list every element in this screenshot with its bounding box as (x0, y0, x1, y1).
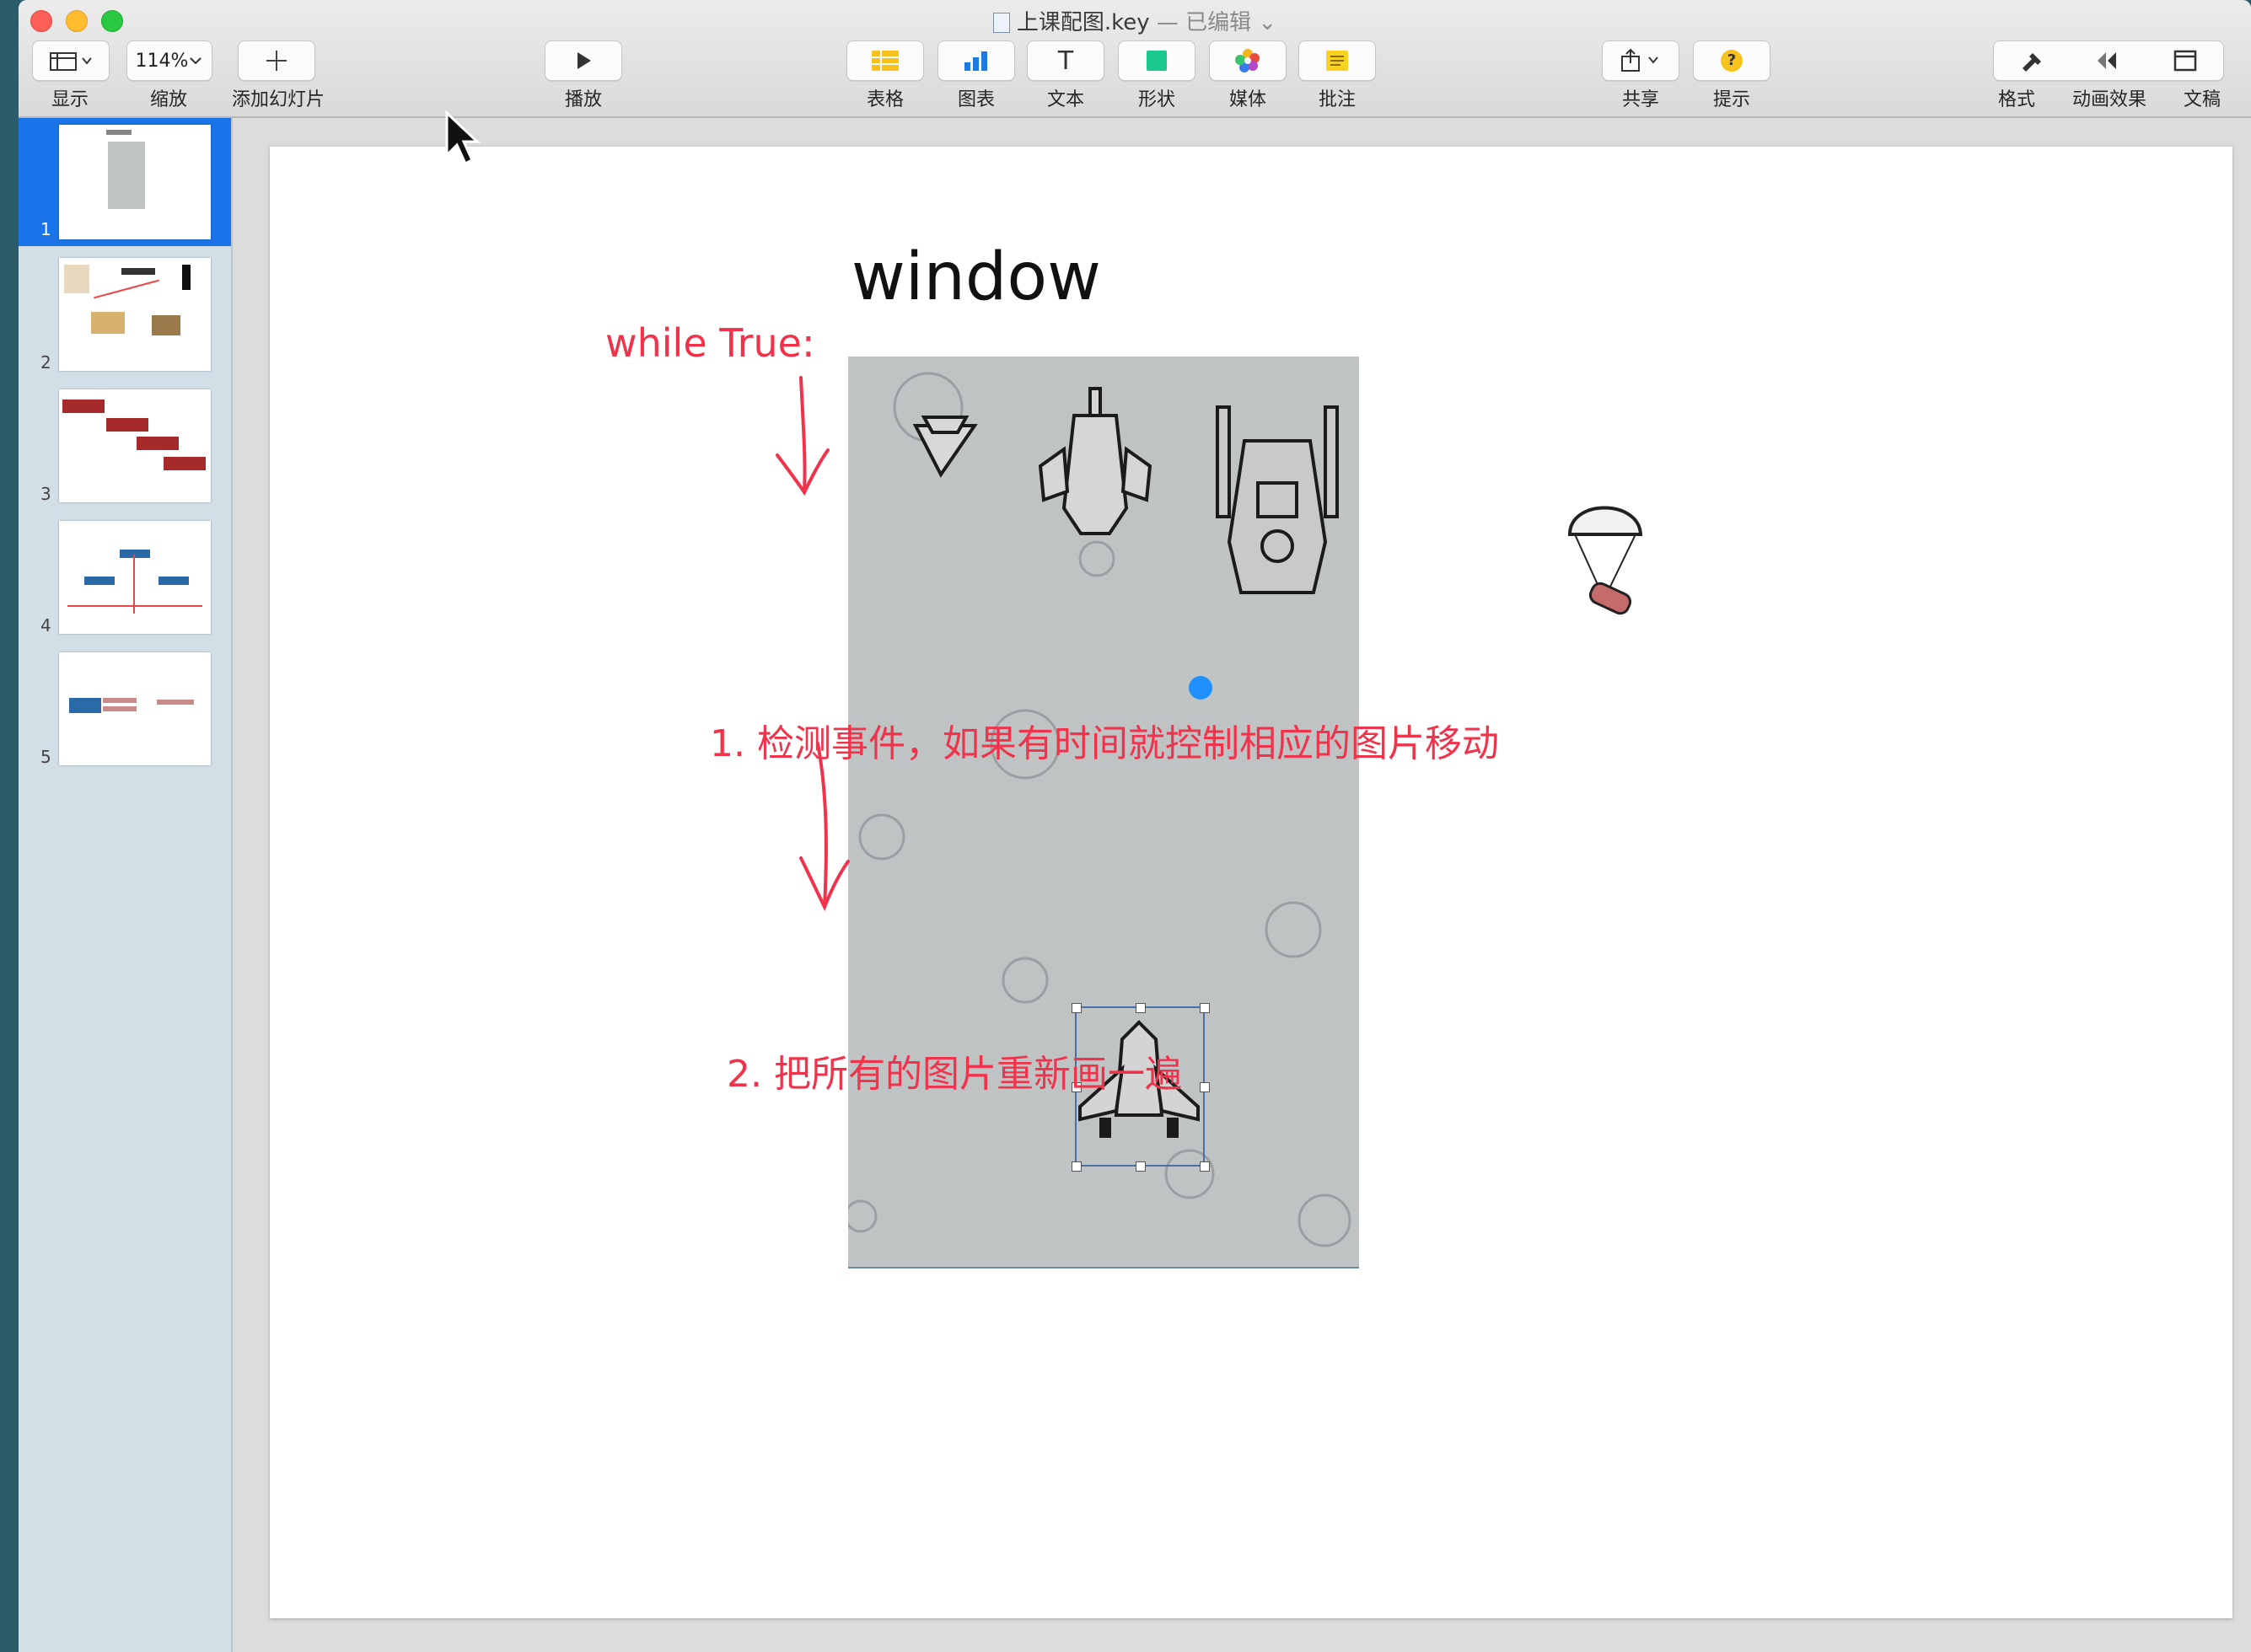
slide-number: 5 (40, 747, 51, 767)
slide-title[interactable]: window (852, 239, 1101, 315)
thumb-block (84, 577, 115, 585)
share-icon (1621, 48, 1658, 72)
toolbar: 上课配图.key — 已编辑 ⌄ 显示 114% 缩放 添加幻灯片 播放 表格 (19, 0, 2251, 118)
add-slide-label: 添加幻灯片 (231, 89, 325, 110)
tips-button[interactable]: ? (1693, 40, 1770, 81)
shape-button[interactable] (1118, 40, 1195, 81)
animate-label: 动画效果 (2071, 89, 2146, 110)
edited-status: — 已编辑 (1156, 10, 1252, 35)
window-title: 上课配图.key — 已编辑 ⌄ (19, 5, 2251, 36)
down-arrow-icon (776, 376, 830, 496)
thumb-block (158, 577, 189, 585)
text-icon: T (1057, 46, 1074, 76)
table-icon (872, 51, 899, 71)
blue-bullet (1189, 676, 1212, 700)
zoom-label: 缩放 (149, 89, 187, 110)
thumb-image (64, 265, 89, 293)
thumb-line (133, 555, 135, 614)
slide-thumbnail-2[interactable] (59, 258, 211, 371)
slide-navigator: 1 2 3 4 5 (19, 118, 233, 1652)
title-chevron-icon[interactable]: ⌄ (1258, 10, 1276, 35)
slide-canvas: window while True: 1. 检测事件，如果有时间就控制相应的图片… (233, 118, 2251, 1652)
keynote-doc-icon (992, 13, 1010, 33)
document-name: 上课配图.key (1016, 10, 1150, 35)
zoom-select[interactable]: 114% (126, 40, 212, 81)
slide-thumbnail-1[interactable] (59, 125, 211, 239)
parachute-supply-icon[interactable] (1560, 489, 1652, 632)
game-sprites (848, 372, 1351, 1247)
enemy-plane-large (1216, 405, 1339, 594)
tips-icon: ? (1721, 50, 1743, 72)
chart-icon (964, 51, 987, 71)
resize-handle[interactable] (1200, 1161, 1210, 1172)
plus-icon (266, 51, 287, 71)
view-button[interactable] (32, 40, 110, 81)
add-slide-button[interactable] (238, 40, 315, 81)
slide-number: 2 (40, 352, 51, 373)
chevron-down-icon (190, 57, 202, 65)
play-label: 播放 (564, 89, 602, 110)
thumb-title-mark (106, 130, 132, 135)
down-arrow-icon (799, 742, 850, 911)
animate-icon[interactable] (2094, 48, 2123, 73)
thumb-block (103, 698, 137, 703)
view-icon (50, 52, 92, 71)
thumb-image (182, 265, 191, 290)
thumb-block (62, 400, 105, 413)
resize-handle[interactable] (1200, 1003, 1210, 1013)
play-icon (578, 52, 591, 69)
mouse-cursor-icon (445, 110, 481, 166)
tips-label: 提示 (1712, 89, 1750, 110)
document-label: 文稿 (2183, 89, 2221, 110)
media-button[interactable] (1209, 40, 1287, 81)
thumb-block (106, 418, 148, 432)
slide-thumbnail-3[interactable] (59, 389, 211, 502)
photos-icon (1235, 49, 1260, 72)
play-button[interactable] (545, 40, 622, 81)
thumb-block (137, 437, 179, 450)
slide-number: 3 (40, 484, 51, 504)
thumb-block (157, 700, 194, 705)
share-button[interactable] (1602, 40, 1679, 81)
shape-icon (1147, 51, 1167, 71)
thumb-line (67, 605, 202, 607)
thumb-image (91, 312, 125, 334)
slide-number: 1 (40, 219, 51, 239)
resize-handle[interactable] (1200, 1082, 1210, 1092)
zoom-value: 114% (135, 50, 189, 72)
format-brush-icon[interactable] (2017, 48, 2046, 73)
inspector-segment (1993, 40, 2224, 81)
slide[interactable]: window while True: 1. 检测事件，如果有时间就控制相应的图片… (270, 147, 2232, 1618)
document-icon[interactable] (2171, 48, 2200, 73)
thumb-image (121, 268, 155, 275)
comment-label: 批注 (1318, 89, 1356, 110)
loop-label[interactable]: while True: (605, 320, 814, 366)
resize-handle[interactable] (1136, 1003, 1146, 1013)
thumb-block (120, 550, 150, 558)
enemy-plane-small (912, 416, 978, 478)
resize-handle[interactable] (1072, 1161, 1082, 1172)
thumb-block (164, 457, 206, 470)
format-label: 格式 (1997, 89, 2035, 110)
thumb-block (69, 698, 101, 713)
comment-icon (1326, 51, 1348, 71)
slide-number: 4 (40, 615, 51, 636)
step2-text[interactable]: 2. 把所有的图片重新画一遍 (727, 1043, 1182, 1097)
slide-thumbnail-4[interactable] (59, 521, 211, 634)
thumb-block (103, 706, 137, 711)
slide-thumbnail-5[interactable] (59, 652, 211, 765)
table-button[interactable] (846, 40, 924, 81)
thumb-image (152, 315, 180, 335)
resize-handle[interactable] (1072, 1003, 1082, 1013)
enemy-plane-medium (1038, 387, 1152, 535)
text-button[interactable]: T (1027, 40, 1104, 81)
thumb-game-area (108, 142, 145, 209)
keynote-window: 上课配图.key — 已编辑 ⌄ 显示 114% 缩放 添加幻灯片 播放 表格 (19, 0, 2251, 1652)
chart-button[interactable] (937, 40, 1015, 81)
thumb-line (94, 279, 159, 299)
game-window-screenshot[interactable] (848, 357, 1359, 1268)
resize-handle[interactable] (1136, 1161, 1146, 1172)
comment-button[interactable] (1298, 40, 1376, 81)
